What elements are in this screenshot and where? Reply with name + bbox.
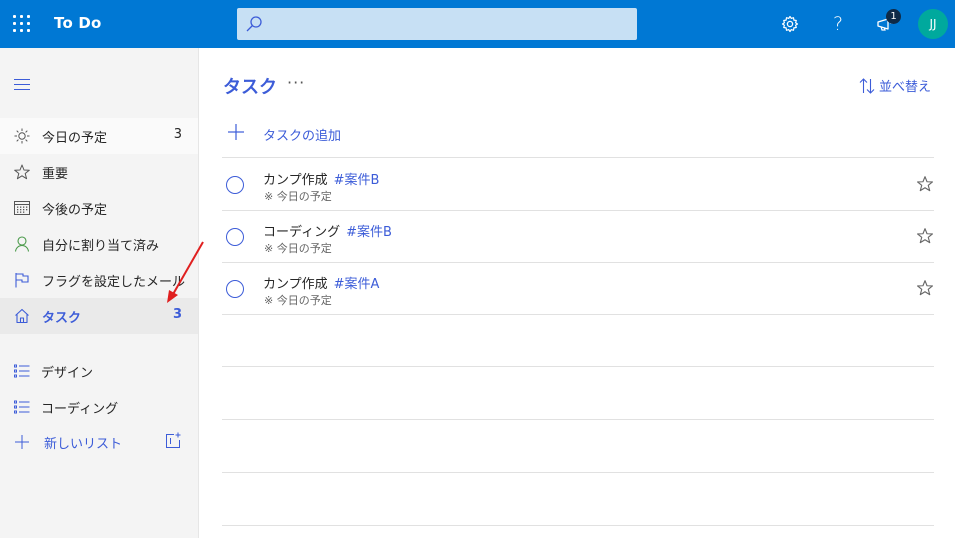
sidebar-item-important[interactable]: 重要	[0, 154, 198, 190]
task-item[interactable]: カンプ作成 #案件B ※ 今日の予定	[222, 159, 934, 211]
sort-label: 並べ替え	[878, 80, 931, 95]
add-task-input[interactable]: タスクの追加	[222, 118, 934, 158]
star-icon[interactable]	[916, 279, 934, 297]
hamburger-icon[interactable]	[14, 79, 30, 91]
sidebar-item-tasks[interactable]: タスク 3	[0, 298, 198, 334]
new-list-label: 新しいリスト	[44, 437, 123, 452]
empty-row-divider	[222, 472, 934, 473]
sidebar-item-tasks-count: 3	[172, 307, 182, 322]
task-due-label: 今日の予定	[276, 294, 332, 307]
sidebar: 今日の予定 3 重要 今後の予定 自分に割り当て済み フラグを設定したメール タ…	[0, 48, 199, 538]
empty-row-divider	[222, 366, 934, 367]
task-title[interactable]: コーディング #案件B	[263, 221, 392, 240]
sidebar-item-planned[interactable]: 今後の予定	[0, 190, 198, 226]
task-due: ※ 今日の予定	[264, 240, 332, 256]
empty-row-divider	[222, 525, 934, 526]
settings-button[interactable]	[778, 12, 802, 36]
task-due: ※ 今日の予定	[264, 188, 332, 204]
search-icon	[246, 16, 262, 32]
star-icon	[13, 163, 31, 181]
sidebar-item-label: タスク	[42, 311, 82, 326]
sidebar-item-my-day[interactable]: 今日の予定 3	[0, 118, 198, 154]
empty-row-divider	[222, 419, 934, 420]
search-box[interactable]	[237, 8, 637, 40]
app-title[interactable]: To Do	[54, 14, 102, 32]
task-item[interactable]: カンプ作成 #案件A ※ 今日の予定	[222, 263, 934, 315]
sun-icon	[13, 127, 31, 145]
task-title-text: コーディング	[263, 225, 341, 240]
new-group-icon	[166, 432, 181, 448]
task-title-text: カンプ作成	[263, 173, 328, 188]
sidebar-item-label: コーディング	[41, 402, 119, 417]
star-icon[interactable]	[916, 175, 934, 193]
sidebar-item-flagged[interactable]: フラグを設定したメール	[0, 262, 198, 298]
plus-icon	[228, 124, 244, 140]
task-title[interactable]: カンプ作成 #案件A	[263, 273, 379, 292]
sidebar-item-label: フラグを設定したメール	[42, 275, 186, 290]
main-pane: タスク ··· 並べ替え タスクの追加 カンプ作成 #案件B ※ 今日の予定 コー…	[200, 48, 955, 538]
list-icon	[13, 362, 31, 380]
complete-checkbox[interactable]	[226, 228, 244, 246]
notification-badge: 1	[886, 9, 901, 24]
sort-icon	[859, 77, 875, 94]
sidebar-item-count: 3	[173, 127, 182, 142]
list-icon	[13, 398, 31, 416]
sidebar-item-label: 自分に割り当て済み	[42, 239, 160, 254]
sidebar-item-label: 今後の予定	[42, 203, 108, 218]
question-icon: ?	[832, 13, 844, 35]
waffle-icon[interactable]	[13, 15, 31, 33]
task-item[interactable]: コーディング #案件B ※ 今日の予定	[222, 211, 934, 263]
add-task-placeholder: タスクの追加	[263, 129, 342, 144]
avatar[interactable]: JJ	[918, 9, 948, 39]
task-title-text: カンプ作成	[263, 277, 328, 292]
sidebar-list-coding[interactable]: コーディング	[0, 389, 198, 425]
sidebar-item-label: 今日の予定	[42, 131, 108, 146]
list-title[interactable]: タスク	[223, 73, 277, 99]
task-tag[interactable]: #案件B	[346, 225, 392, 240]
task-tag[interactable]: #案件A	[334, 277, 380, 292]
sidebar-list-design[interactable]: デザイン	[0, 353, 198, 389]
complete-checkbox[interactable]	[226, 176, 244, 194]
task-tag[interactable]: #案件B	[334, 173, 380, 188]
sidebar-item-assigned[interactable]: 自分に割り当て済み	[0, 226, 198, 262]
task-due: ※ 今日の予定	[264, 292, 332, 308]
task-due-label: 今日の予定	[276, 242, 332, 255]
more-options-button[interactable]: ···	[287, 73, 305, 92]
sun-icon: ※	[264, 242, 274, 255]
complete-checkbox[interactable]	[226, 280, 244, 298]
plus-icon	[13, 433, 31, 451]
sort-button[interactable]: 並べ替え	[859, 76, 931, 95]
new-group-button[interactable]	[164, 432, 182, 450]
flag-icon	[13, 271, 31, 289]
gear-icon	[781, 15, 799, 33]
sidebar-item-label: デザイン	[41, 366, 94, 381]
task-due-label: 今日の予定	[276, 190, 332, 203]
help-button[interactable]: ?	[826, 12, 850, 36]
calendar-icon	[13, 199, 31, 217]
sun-icon: ※	[264, 190, 274, 203]
search-input[interactable]	[269, 8, 629, 40]
person-icon	[13, 235, 31, 253]
top-bar: To Do ? 1 JJ	[0, 0, 955, 48]
task-title[interactable]: カンプ作成 #案件B	[263, 169, 379, 188]
sun-icon: ※	[264, 294, 274, 307]
sidebar-item-label: 重要	[42, 167, 69, 182]
star-icon[interactable]	[916, 227, 934, 245]
home-icon	[13, 307, 31, 325]
